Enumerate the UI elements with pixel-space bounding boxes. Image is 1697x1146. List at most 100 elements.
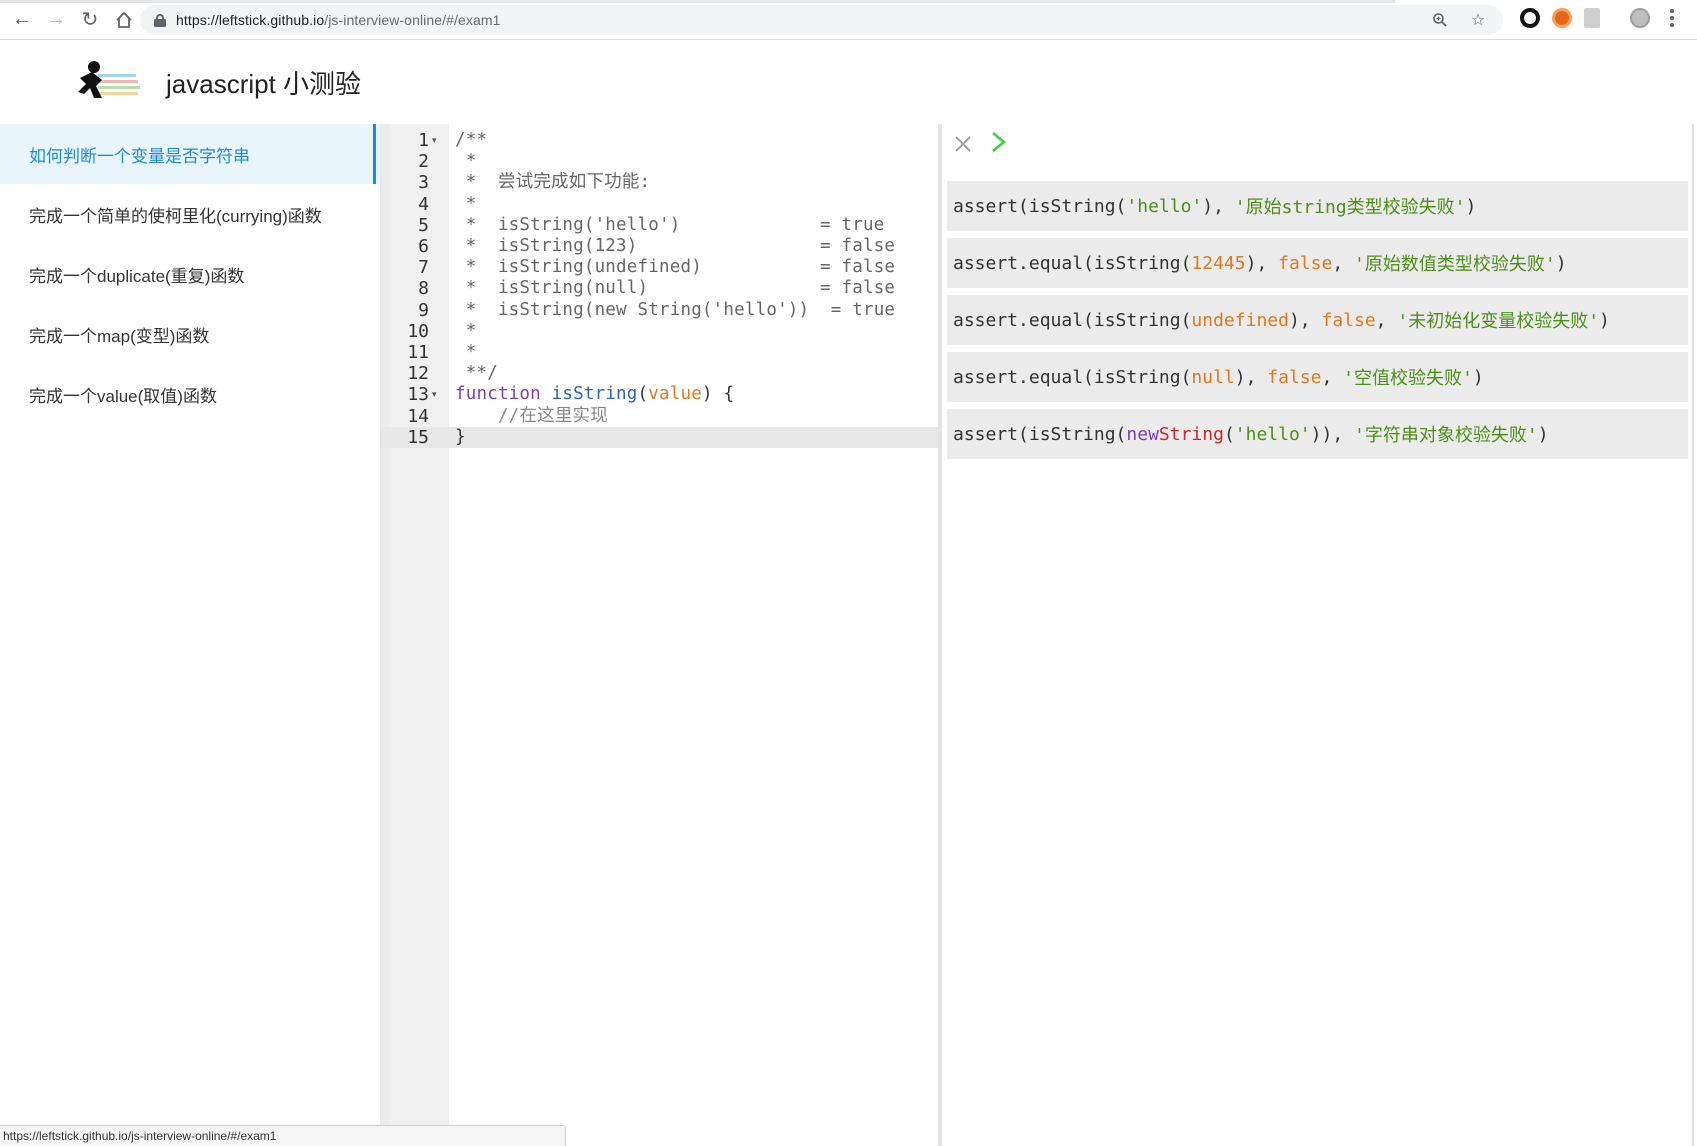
editor-line[interactable]: 9 * isString(new String('hello')) = true — [381, 300, 940, 321]
assertion-close: ) — [1537, 423, 1549, 445]
assertion-call: assert(isString( — [953, 195, 1127, 217]
assertion-row[interactable]: assert.equal(isString(undefined), false,… — [947, 295, 1688, 345]
code-text: /** — [455, 130, 488, 150]
assertion-call: assert.equal(isString( — [953, 252, 1192, 274]
editor-line[interactable]: 8 * isString(null) = false — [381, 278, 940, 299]
code-keyword: function — [455, 384, 541, 405]
assertion-row[interactable]: assert.equal(isString(12445), false, '原始… — [947, 238, 1688, 288]
editor-line[interactable]: 14 //在这里实现 — [381, 406, 940, 427]
back-arrow-icon[interactable]: ← — [6, 4, 38, 36]
editor-line[interactable]: 1 ▾ /** — [381, 130, 940, 151]
sidebar-item-exam3[interactable]: 完成一个duplicate(重复)函数 — [0, 244, 380, 304]
assertion-argument: null — [1191, 366, 1235, 388]
extension-orange-icon[interactable] — [1552, 8, 1572, 28]
url-text: https://leftstick.github.io/js-interview… — [176, 12, 501, 28]
line-number: 6 — [418, 236, 429, 257]
test-toolbar — [942, 124, 1692, 168]
code-text: * — [455, 151, 477, 172]
assertion-argument: 12445 — [1191, 252, 1246, 274]
sidebar-item-exam1[interactable]: 如何判断一个变量是否字符串 — [0, 124, 380, 184]
editor-line[interactable]: 4 * — [381, 194, 940, 215]
assertion-new-keyword: new — [1126, 423, 1159, 445]
editor-line[interactable]: 5 * isString('hello') = true — [381, 215, 940, 236]
test-panel: assert(isString('hello'), '原始string类型校验失… — [942, 124, 1694, 1146]
assertion-call: assert.equal(isString( — [953, 366, 1192, 388]
close-icon[interactable] — [950, 132, 976, 158]
code-text: * — [455, 342, 477, 362]
line-number: 5 — [418, 214, 429, 236]
address-bar[interactable]: https://leftstick.github.io/js-interview… — [140, 5, 1503, 35]
code-param: value — [648, 384, 702, 405]
editor-line[interactable]: 2 * — [381, 151, 940, 172]
code-text: * isString('hello') = true — [455, 214, 885, 235]
editor-line[interactable]: 3 * 尝试完成如下功能: — [381, 172, 940, 193]
line-number: 9 — [418, 299, 429, 321]
code-text: * 尝试完成如下功能: — [455, 172, 651, 193]
sidebar-item-exam2[interactable]: 完成一个简单的使柯里化(currying)函数 — [0, 184, 380, 244]
assertion-separator: ), — [1288, 309, 1322, 331]
code-text: * isString(123) = false — [455, 236, 896, 256]
assertion-message: '原始string类型校验失败' — [1234, 197, 1466, 218]
line-number: 15 — [407, 426, 429, 448]
editor-line[interactable]: 6 * isString(123) = false — [381, 236, 940, 257]
assertion-class: String — [1158, 423, 1224, 445]
line-number: 7 — [418, 257, 429, 279]
status-url-bubble: https://leftstick.github.io/js-interview… — [0, 1125, 566, 1146]
assertion-argument: 'hello' — [1126, 195, 1203, 217]
site-header: javascript 小测验 — [0, 40, 1697, 124]
forward-arrow-icon[interactable]: → — [40, 4, 72, 36]
url-host: https://leftstick.github.io — [176, 12, 325, 28]
assertion-row[interactable]: assert(isString(new String('hello')), '字… — [947, 409, 1688, 459]
extension-ring-icon[interactable] — [1520, 8, 1540, 28]
assertion-expected: false — [1267, 366, 1322, 388]
editor-line[interactable]: 12 **/ — [381, 363, 940, 384]
editor-line[interactable]: 7 * isString(undefined) = false — [381, 257, 940, 278]
assertion-close: ) — [1465, 195, 1477, 217]
profile-avatar-icon[interactable] — [1630, 8, 1650, 28]
zoom-icon[interactable] — [1429, 9, 1451, 31]
code-text: * — [455, 320, 477, 341]
extension-pdf-icon[interactable] — [1584, 8, 1600, 28]
assertion-close: ) — [1555, 252, 1567, 274]
code-editor[interactable]: 1 ▾/** 2 * 3 * 尝试完成如下功能: 4 * 5 * isString('he… — [380, 124, 940, 1146]
assertion-close: ) — [1472, 366, 1484, 388]
fold-arrow-icon[interactable]: ▾ — [432, 135, 437, 146]
line-number: 4 — [418, 193, 429, 215]
site-title: javascript 小测验 — [166, 69, 362, 99]
reload-icon[interactable]: ↻ — [74, 4, 106, 36]
browser-menu-icon[interactable] — [1670, 9, 1676, 27]
line-number: 1 — [418, 130, 429, 151]
assertion-row[interactable]: assert(isString('hello'), '原始string类型校验失… — [947, 181, 1688, 231]
sidebar-item-exam5[interactable]: 完成一个value(取值)函数 — [0, 364, 380, 424]
assertion-close: ) — [1599, 309, 1610, 331]
code-text: * isString(undefined) = false — [455, 257, 896, 278]
assertion-argument: 'hello' — [1234, 423, 1311, 445]
editor-line[interactable]: 10 * — [381, 321, 940, 342]
lock-icon — [154, 13, 166, 27]
line-number: 12 — [407, 363, 429, 385]
assertion-message: '空值校验失败' — [1343, 368, 1473, 389]
code-text: //在这里实现 — [455, 405, 608, 426]
assertion-row[interactable]: assert.equal(isString(null), false, '空值校… — [947, 352, 1688, 402]
editor-line[interactable]: 11 * — [381, 342, 940, 363]
assertion-message: '字符串对象校验失败' — [1354, 425, 1538, 446]
line-number: 10 — [407, 320, 429, 342]
assertion-call: assert.equal(isString( — [953, 309, 1192, 331]
code-text: * isString(new String('hello')) = true — [455, 299, 896, 320]
line-number: 13 — [407, 384, 429, 406]
code-text: } — [455, 426, 466, 447]
code-function-name: isString — [551, 384, 638, 405]
home-icon[interactable] — [108, 4, 140, 36]
editor-line[interactable]: 15} — [381, 426, 940, 448]
editor-line[interactable]: 13 ▾ function isString(value) { — [381, 384, 940, 405]
assertion-list: assert(isString('hello'), '原始string类型校验失… — [947, 181, 1688, 466]
assertion-expected: false — [1321, 309, 1376, 331]
bookmark-star-icon[interactable]: ☆ — [1467, 9, 1489, 31]
assertion-separator: ), — [1234, 366, 1268, 388]
run-chevron-icon[interactable] — [986, 130, 1012, 160]
browser-toolbar: ← → ↻ https://leftstick.github.io/js-int… — [0, 0, 1697, 40]
sidebar-item-exam4[interactable]: 完成一个map(变型)函数 — [0, 304, 380, 364]
assertion-separator: ), — [1202, 195, 1235, 217]
assertion-message: '未初始化变量校验失败' — [1397, 311, 1600, 332]
fold-arrow-icon[interactable]: ▾ — [432, 389, 437, 400]
